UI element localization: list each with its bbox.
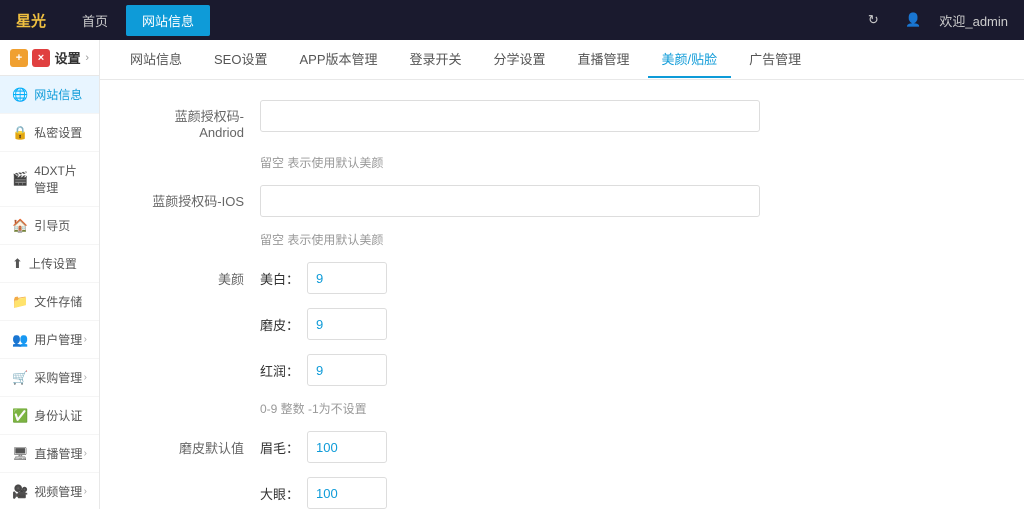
sidebar-item-live[interactable]: 🖥 直播管理 ›: [0, 435, 99, 473]
tab-seo[interactable]: SEO设置: [200, 41, 281, 78]
sidebar-item-purchase[interactable]: 🛒 采购管理 ›: [0, 359, 99, 397]
website-icon: 🌐: [12, 87, 28, 103]
sidebar-item-video[interactable]: 🎥 视频管理 ›: [0, 473, 99, 509]
sidebar-chevron-icon[interactable]: ›: [85, 52, 89, 64]
tab-study[interactable]: 分学设置: [480, 41, 560, 78]
sidebar-item-private[interactable]: 🔒 私密设置: [0, 114, 99, 152]
android-auth-label: 蓝颜授权码-Andriod: [130, 100, 260, 140]
sidebar-item-website[interactable]: 🌐 网站信息: [0, 76, 99, 114]
sidebar-header-btns: + ×: [10, 49, 50, 67]
default-meimaow-input[interactable]: [307, 431, 387, 463]
beauty-mopi-sublabel: 磨皮：: [260, 315, 299, 334]
default-dayan-sublabel: 大眼：: [260, 484, 299, 503]
nav-home[interactable]: 首页: [66, 5, 124, 36]
beauty-hint-block: 0-9 整数 -1为不设置: [130, 400, 994, 417]
tab-ads[interactable]: 广告管理: [735, 41, 815, 78]
sidebar-item-upload-label: 上传设置: [29, 255, 77, 272]
live-icon: 🖥: [12, 446, 29, 462]
ios-hint-text: 留空 表示使用默认美颜: [260, 231, 383, 248]
purchase-icon: 🛒: [12, 370, 28, 386]
default-meimaow-sublabel: 眉毛：: [260, 438, 299, 457]
sidebar-item-website-label: 网站信息: [34, 86, 82, 103]
sidebar-expand-btn[interactable]: +: [10, 49, 28, 67]
ios-auth-input-wrap: [260, 185, 760, 217]
video-arrow-icon: ›: [84, 486, 87, 497]
topbar-right: ↻ 👤 欢迎_admin: [859, 6, 1008, 34]
tab-beauty[interactable]: 美颜/贴脸: [648, 41, 732, 78]
beauty-baimei-row: 美颜 美白：: [130, 262, 994, 294]
upload-icon: ⬆: [12, 256, 23, 272]
android-auth-input-wrap: [260, 100, 760, 132]
topbar-nav: 首页 网站信息: [66, 5, 210, 36]
topbar: 星光 首页 网站信息 ↻ 👤 欢迎_admin: [0, 0, 1024, 40]
default-meimaow-row: 磨皮默认值 眉毛：: [130, 431, 994, 463]
refresh-icon[interactable]: ↻: [859, 6, 887, 34]
sidebar-item-filestorage[interactable]: 📁 文件存储: [0, 283, 99, 321]
ios-auth-row: 蓝颜授权码-IOS: [130, 185, 994, 217]
users-icon: 👥: [12, 332, 28, 348]
android-auth-row: 蓝颜授权码-Andriod: [130, 100, 994, 140]
tab-website-info[interactable]: 网站信息: [116, 41, 196, 78]
default-dayan-row: 大眼：: [130, 477, 994, 509]
beauty-baimei-input[interactable]: [307, 262, 387, 294]
filestorage-icon: 📁: [12, 294, 28, 310]
sidebar-item-guide-label: 引导页: [34, 217, 70, 234]
default-dayan-input[interactable]: [307, 477, 387, 509]
beauty-hint-text: 0-9 整数 -1为不设置: [260, 400, 367, 417]
sidebar-item-4dxt-label: 4DXT片管理: [34, 162, 87, 196]
topbar-logo: 星光: [16, 10, 46, 31]
topbar-left: 星光 首页 网站信息: [16, 5, 210, 36]
default-label: 磨皮默认值: [130, 438, 260, 457]
sidebar-item-upload[interactable]: ⬆ 上传设置: [0, 245, 99, 283]
user-icon[interactable]: 👤: [899, 6, 927, 34]
sidebar-item-guide[interactable]: 🏠 引导页: [0, 207, 99, 245]
tab-app-version[interactable]: APP版本管理: [285, 41, 391, 78]
live-arrow-icon: ›: [84, 448, 87, 459]
sidebar-header: + × 设置 ›: [0, 40, 99, 76]
video-icon: 🎥: [12, 484, 28, 500]
sidebar-item-identity[interactable]: ✅ 身份认证: [0, 397, 99, 435]
beauty-label: 美颜: [130, 269, 260, 288]
beauty-baimei-sublabel: 美白：: [260, 269, 299, 288]
sidebar-item-users[interactable]: 👥 用户管理 ›: [0, 321, 99, 359]
ios-auth-input[interactable]: [260, 185, 760, 217]
sidebar-item-filestorage-label: 文件存储: [34, 293, 82, 310]
purchase-arrow-icon: ›: [84, 372, 87, 383]
beauty-hongrun-sublabel: 红润：: [260, 361, 299, 380]
form-content: 蓝颜授权码-Andriod 留空 表示使用默认美颜 蓝颜授权码-IOS 留空 表…: [100, 80, 1024, 509]
android-auth-input[interactable]: [260, 100, 760, 132]
beauty-hongrun-input[interactable]: [307, 354, 387, 386]
sidebar-item-users-label: 用户管理: [34, 331, 82, 348]
tab-live-manage[interactable]: 直播管理: [564, 41, 644, 78]
sub-tabs: 网站信息 SEO设置 APP版本管理 登录开关 分学设置 直播管理 美颜/贴脸 …: [100, 40, 1024, 80]
content-area: 网站信息 SEO设置 APP版本管理 登录开关 分学设置 直播管理 美颜/贴脸 …: [100, 40, 1024, 509]
beauty-mopi-input[interactable]: [307, 308, 387, 340]
sidebar: + × 设置 › 🌐 网站信息 🔒 私密设置 🎬 4DXT片管理: [0, 40, 100, 509]
ios-auth-label: 蓝颜授权码-IOS: [130, 185, 260, 210]
android-hint-block: 留空 表示使用默认美颜: [130, 154, 994, 171]
sidebar-item-purchase-label: 采购管理: [34, 369, 82, 386]
user-text: 欢迎_admin: [939, 11, 1008, 30]
identity-icon: ✅: [12, 408, 28, 424]
guide-icon: 🏠: [12, 218, 28, 234]
main-layout: + × 设置 › 🌐 网站信息 🔒 私密设置 🎬 4DXT片管理: [0, 40, 1024, 509]
sidebar-title: 设置: [55, 48, 81, 67]
tab-login-switch[interactable]: 登录开关: [396, 41, 476, 78]
beauty-mopi-row: 磨皮：: [130, 308, 994, 340]
private-icon: 🔒: [12, 125, 28, 141]
sidebar-item-video-label: 视频管理: [34, 483, 82, 500]
nav-website-info[interactable]: 网站信息: [126, 5, 210, 36]
users-arrow-icon: ›: [84, 334, 87, 345]
ios-hint-block: 留空 表示使用默认美颜: [130, 231, 994, 248]
android-hint-text: 留空 表示使用默认美颜: [260, 154, 383, 171]
sidebar-item-live-label: 直播管理: [35, 445, 83, 462]
sidebar-item-4dxt[interactable]: 🎬 4DXT片管理: [0, 152, 99, 207]
sidebar-close-btn[interactable]: ×: [32, 49, 50, 67]
sidebar-item-private-label: 私密设置: [34, 124, 82, 141]
beauty-hongrun-row: 红润：: [130, 354, 994, 386]
sidebar-item-identity-label: 身份认证: [34, 407, 82, 424]
4dxt-icon: 🎬: [12, 171, 28, 187]
